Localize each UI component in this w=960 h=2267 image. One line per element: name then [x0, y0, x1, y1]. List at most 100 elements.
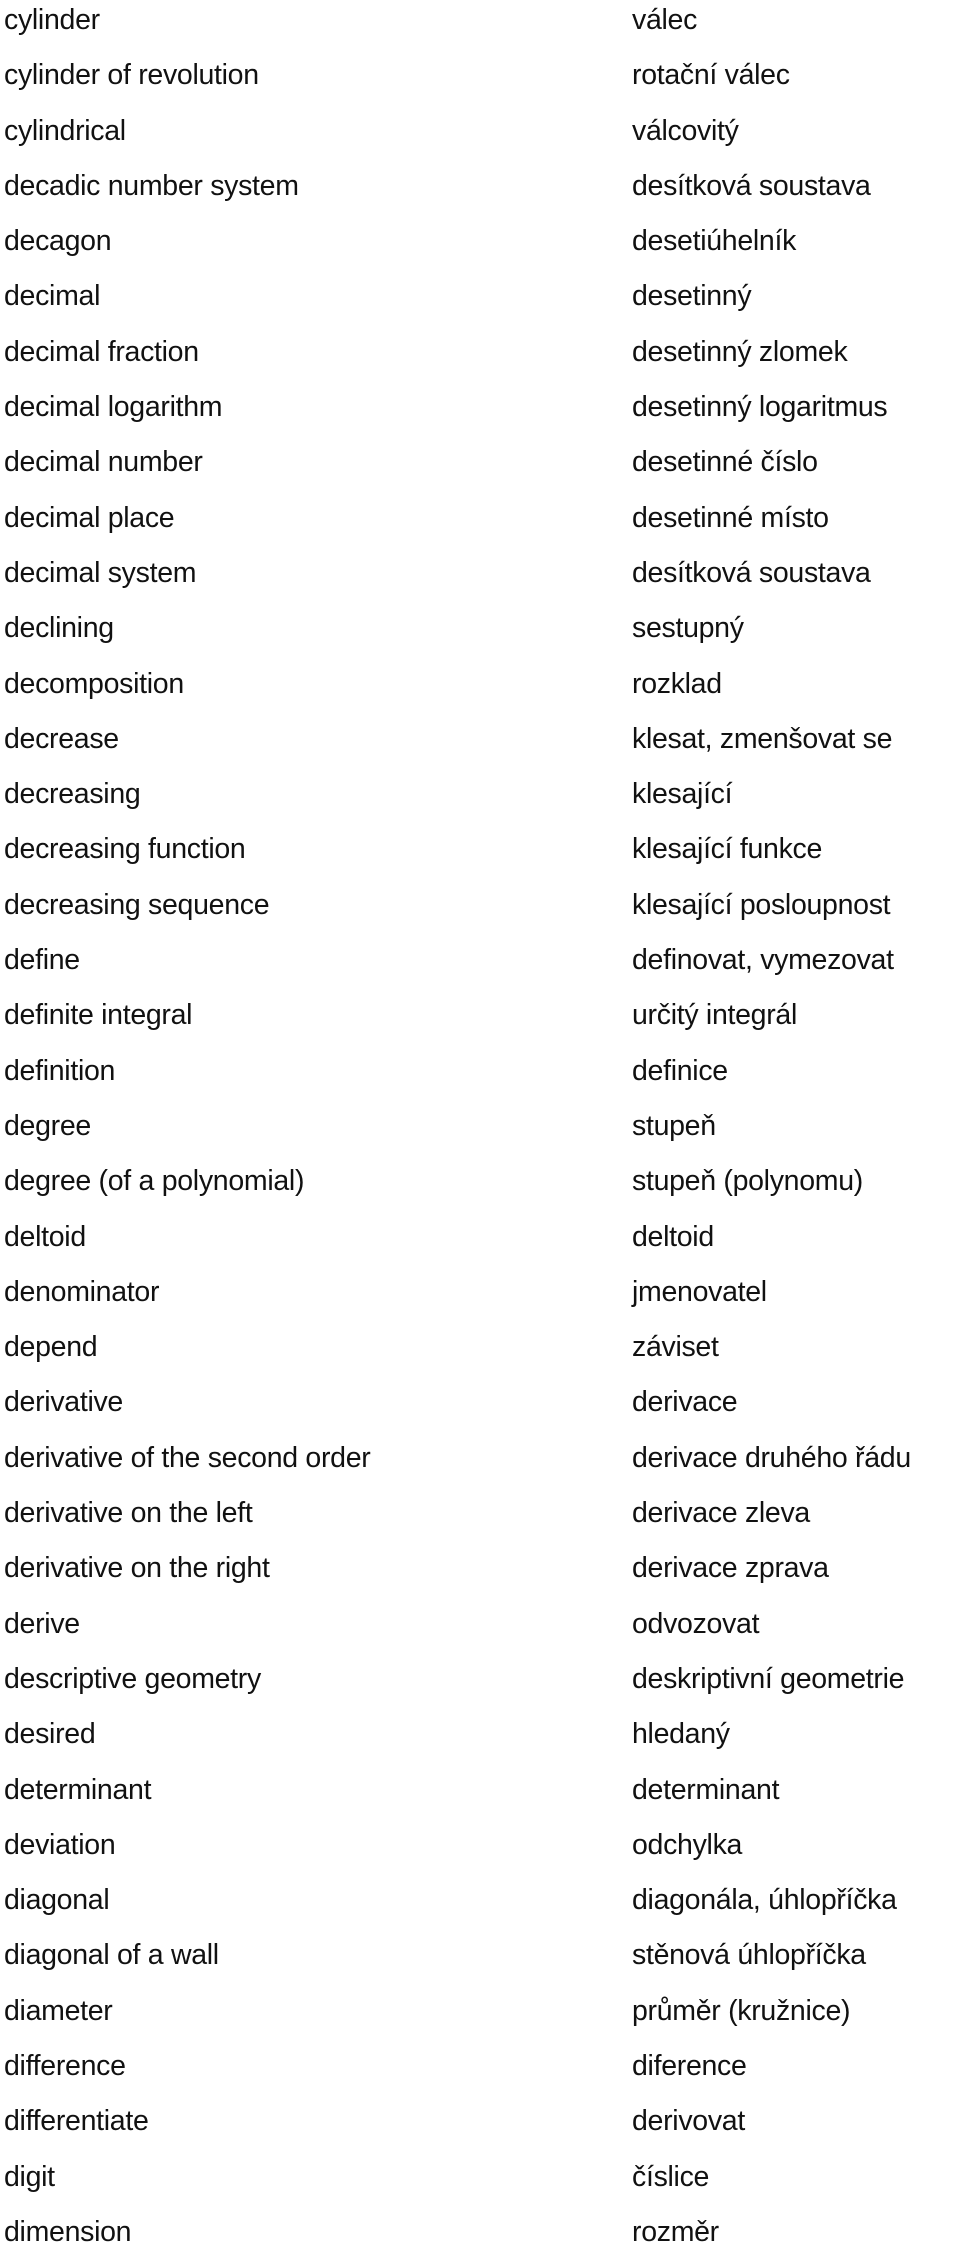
- glossary-row: declining sestupný: [0, 608, 960, 663]
- english-term: digit: [4, 2160, 55, 2193]
- glossary-row: decagon desetiúhelník: [0, 221, 960, 276]
- czech-translation: desetinný zlomek: [632, 335, 848, 368]
- english-term: differentiate: [4, 2105, 149, 2138]
- czech-translation: klesající: [632, 778, 733, 811]
- glossary-row: difference diference: [0, 2046, 960, 2101]
- english-term: decreasing: [4, 778, 141, 811]
- english-term: deviation: [4, 1828, 116, 1861]
- czech-translation: definice: [632, 1054, 728, 1087]
- english-term: define: [4, 944, 80, 977]
- glossary-row: cylinder válec: [0, 0, 960, 55]
- glossary-row: derivative of the second order derivace d…: [0, 1438, 960, 1493]
- english-term: deltoid: [4, 1220, 86, 1253]
- english-term: depend: [4, 1331, 98, 1364]
- english-term: declining: [4, 612, 114, 645]
- english-term: cylinder: [4, 4, 100, 36]
- english-term: degree: [4, 1109, 91, 1142]
- english-term: diameter: [4, 1994, 113, 2027]
- glossary-row: decimal desetinný: [0, 276, 960, 331]
- glossary-row: depend záviset: [0, 1327, 960, 1382]
- glossary-row: definite integral určitý integrál: [0, 995, 960, 1050]
- english-term: determinant: [4, 1773, 152, 1806]
- glossary-row: degree stupeň: [0, 1106, 960, 1161]
- english-term: decreasing sequence: [4, 888, 270, 921]
- czech-translation: desetiúhelník: [632, 225, 797, 258]
- czech-translation: rozměr: [632, 2215, 719, 2248]
- glossary-row: decreasing klesající: [0, 774, 960, 829]
- english-term: decimal number: [4, 446, 203, 479]
- glossary-row: decomposition rozklad: [0, 664, 960, 719]
- glossary-row: degree (of a polynomial) stupeň (polynomu…: [0, 1161, 960, 1216]
- czech-translation: číslice: [632, 2160, 710, 2193]
- glossary-row: decimal fraction desetinný zlomek: [0, 332, 960, 387]
- czech-translation: derivovat: [632, 2105, 745, 2138]
- english-term: cylinder of revolution: [4, 59, 259, 92]
- czech-translation: průměr (kružnice): [632, 1994, 851, 2027]
- czech-translation: odchylka: [632, 1828, 743, 1861]
- glossary-row: derivative on the left derivace zleva: [0, 1493, 960, 1548]
- english-term: derive: [4, 1607, 80, 1640]
- czech-translation: stěnová úhlopříčka: [632, 1939, 866, 1972]
- english-term: derivative on the right: [4, 1552, 270, 1585]
- glossary-row: digit číslice: [0, 2157, 960, 2212]
- czech-translation: klesat, zmenšovat se: [632, 722, 893, 755]
- czech-translation: hledaný: [632, 1718, 730, 1751]
- czech-translation: klesající funkce: [632, 833, 823, 866]
- english-term: difference: [4, 2049, 126, 2082]
- english-term: desired: [4, 1718, 96, 1751]
- glossary-row: diagonal of a wall stěnová úhlopříčka: [0, 1935, 960, 1990]
- glossary-row: diameter průměr (kružnice): [0, 1991, 960, 2046]
- czech-translation: záviset: [632, 1331, 719, 1364]
- czech-translation: válec: [632, 4, 698, 36]
- czech-translation: desetinný logaritmus: [632, 391, 888, 424]
- czech-translation: desítková soustava: [632, 169, 871, 202]
- czech-translation: desetinné číslo: [632, 446, 818, 479]
- english-term: definite integral: [4, 999, 193, 1032]
- english-term: decomposition: [4, 667, 184, 700]
- english-term: derivative on the left: [4, 1497, 253, 1530]
- english-term: decimal system: [4, 556, 197, 589]
- glossary-row: decimal logarithm desetinný logaritmus: [0, 387, 960, 442]
- glossary-row: differentiate derivovat: [0, 2101, 960, 2156]
- czech-translation: derivace zprava: [632, 1552, 829, 1585]
- glossary-row: decrease klesat, zmenšovat se: [0, 719, 960, 774]
- glossary-row: decreasing function klesající funkce: [0, 829, 960, 884]
- english-term: decimal: [4, 280, 101, 313]
- english-term: diagonal: [4, 1884, 110, 1917]
- english-term: diagonal of a wall: [4, 1939, 219, 1972]
- english-term: derivative of the second order: [4, 1441, 371, 1474]
- english-term: decimal logarithm: [4, 391, 223, 424]
- glossary-row: derivative derivace: [0, 1382, 960, 1437]
- glossary-row: cylinder of revolution rotační válec: [0, 55, 960, 110]
- english-term: derivative: [4, 1386, 123, 1419]
- glossary-row: decreasing sequence klesající posloupnost: [0, 885, 960, 940]
- glossary-row: determinant determinant: [0, 1770, 960, 1825]
- czech-translation: stupeň (polynomu): [632, 1165, 863, 1198]
- english-term: decreasing function: [4, 833, 246, 866]
- english-term: decadic number system: [4, 169, 299, 202]
- czech-translation: stupeň: [632, 1109, 716, 1142]
- czech-translation: určitý integrál: [632, 999, 797, 1032]
- english-term: decimal place: [4, 501, 175, 534]
- czech-translation: determinant: [632, 1773, 780, 1806]
- glossary-row: decimal number desetinné číslo: [0, 442, 960, 497]
- czech-translation: diagonála, úhlopříčka: [632, 1884, 897, 1917]
- glossary-row: derive odvozovat: [0, 1604, 960, 1659]
- czech-translation: rotační válec: [632, 59, 790, 92]
- czech-translation: definovat, vymezovat: [632, 944, 894, 977]
- glossary-row: decimal system desítková soustava: [0, 553, 960, 608]
- czech-translation: derivace: [632, 1386, 738, 1419]
- english-term: degree (of a polynomial): [4, 1165, 305, 1198]
- glossary-row: define definovat, vymezovat: [0, 940, 960, 995]
- glossary-row: deviation odchylka: [0, 1825, 960, 1880]
- glossary-row: diagonal diagonála, úhlopříčka: [0, 1880, 960, 1935]
- czech-translation: odvozovat: [632, 1607, 760, 1640]
- czech-translation: desetinné místo: [632, 501, 829, 534]
- glossary-row: decimal place desetinné místo: [0, 498, 960, 553]
- glossary-row: derivative on the right derivace zprava: [0, 1548, 960, 1603]
- glossary-table: cylinder válec cylinder of revolution rotač…: [0, 0, 960, 2267]
- english-term: decrease: [4, 722, 119, 755]
- english-term: dimension: [4, 2215, 132, 2248]
- czech-translation: klesající posloupnost: [632, 888, 891, 921]
- english-term: decimal fraction: [4, 335, 199, 368]
